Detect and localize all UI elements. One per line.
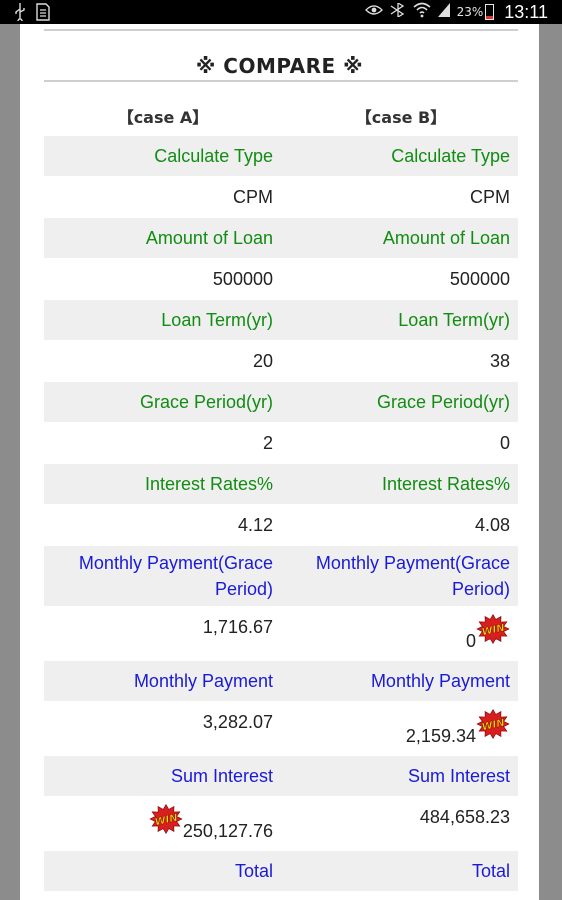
case-b-amount: 0: [465, 631, 476, 651]
sd-card-icon: [36, 3, 50, 26]
case-b-label: Calculate Type: [391, 146, 510, 166]
compare-table: Calculate Type Calculate Type CPM CPM Am…: [44, 136, 518, 891]
table-row: Interest Rates% Interest Rates%: [44, 464, 518, 504]
case-b-value: 4.08: [474, 515, 510, 535]
battery-indicator: 23%: [457, 4, 495, 20]
battery-level: [486, 15, 494, 19]
table-row: Monthly Payment(Grace Period) Monthly Pa…: [44, 546, 518, 606]
case-a-label: Interest Rates%: [144, 474, 273, 494]
wifi-icon: [413, 2, 431, 23]
win-badge-icon: WIN: [149, 804, 183, 834]
table-row: Amount of Loan Amount of Loan: [44, 218, 518, 258]
case-b-label: Amount of Loan: [382, 228, 510, 248]
case-a-value: WIN 250,127.76: [44, 804, 281, 851]
win-badge-icon: WIN: [476, 709, 510, 739]
case-a-amount: 1,716.67: [202, 617, 273, 637]
eye-icon: [364, 3, 383, 21]
case-a-header: 【case A】: [117, 108, 209, 127]
battery-percent: 23%: [456, 5, 484, 19]
case-a-value: 500000: [212, 269, 273, 289]
case-a-label: Sum Interest: [170, 766, 273, 786]
table-row: WIN 250,127.76 484,658.23: [44, 796, 518, 851]
table-row: 2 0: [44, 422, 518, 464]
case-b-value: 38: [489, 351, 510, 371]
table-row: 500000 500000: [44, 258, 518, 300]
table-row: 1,716.67 0 WIN: [44, 606, 518, 661]
signal-icon: [437, 2, 451, 23]
case-a-amount: 3,282.07: [202, 712, 273, 732]
case-b-amount: 2,159.34: [405, 726, 476, 746]
compare-sheet: ※ COMPARE ※ 【case A】 【case B】 Calculate …: [20, 24, 539, 900]
bluetooth-icon: [389, 1, 407, 22]
case-b-label: Interest Rates%: [381, 474, 510, 494]
case-a-value: 1,716.67: [44, 614, 281, 661]
table-row: CPM CPM: [44, 176, 518, 218]
table-row: Monthly Payment Monthly Payment: [44, 661, 518, 701]
case-a-label: Amount of Loan: [145, 228, 273, 248]
case-a-value: 4.12: [237, 515, 273, 535]
case-a-value: 20: [252, 351, 273, 371]
table-row: Sum Interest Sum Interest: [44, 756, 518, 796]
table-row: Calculate Type Calculate Type: [44, 136, 518, 176]
case-b-value: 2,159.34 WIN: [281, 709, 518, 756]
case-b-value: CPM: [470, 187, 510, 207]
case-b-value: 0 WIN: [281, 614, 518, 661]
top-divider: [44, 29, 518, 31]
case-a-label: Calculate Type: [154, 146, 273, 166]
clock: 13:11: [504, 1, 548, 22]
case-b-label: Monthly Payment(Grace Period): [315, 553, 510, 599]
case-a-label: Monthly Payment(Grace Period): [78, 553, 273, 599]
title-divider: [44, 80, 518, 82]
case-b-label: Loan Term(yr): [398, 310, 510, 330]
case-a-label: Monthly Payment: [133, 671, 273, 691]
table-row: 3,282.07 2,159.34 WIN: [44, 701, 518, 756]
table-row: Grace Period(yr) Grace Period(yr): [44, 382, 518, 422]
case-b-header: 【case B】: [355, 108, 447, 127]
case-a-value: 2: [262, 433, 273, 453]
case-a-amount: 250,127.76: [182, 821, 273, 841]
case-b-label: Total: [471, 861, 510, 881]
table-row: Total Total: [44, 851, 518, 891]
case-a-label: Total: [234, 861, 273, 881]
page-title: ※ COMPARE ※: [195, 54, 364, 78]
case-b-amount: 484,658.23: [419, 807, 510, 827]
case-b-label: Grace Period(yr): [376, 392, 510, 412]
case-b-value: 500000: [449, 269, 510, 289]
win-badge-icon: WIN: [476, 614, 510, 644]
case-b-value: 484,658.23: [281, 804, 518, 851]
case-b-label: Monthly Payment: [370, 671, 510, 691]
case-b-value: 0: [499, 433, 510, 453]
table-row: 4.12 4.08: [44, 504, 518, 546]
case-a-value: CPM: [233, 187, 273, 207]
battery-icon: [485, 4, 495, 20]
status-bar: 23% 13:11: [0, 0, 562, 24]
case-a-label: Loan Term(yr): [161, 310, 273, 330]
table-row: Loan Term(yr) Loan Term(yr): [44, 300, 518, 340]
case-a-label: Grace Period(yr): [139, 392, 273, 412]
usb-icon: [14, 3, 26, 26]
case-b-label: Sum Interest: [407, 766, 510, 786]
table-row: 20 38: [44, 340, 518, 382]
case-a-value: 3,282.07: [44, 709, 281, 756]
